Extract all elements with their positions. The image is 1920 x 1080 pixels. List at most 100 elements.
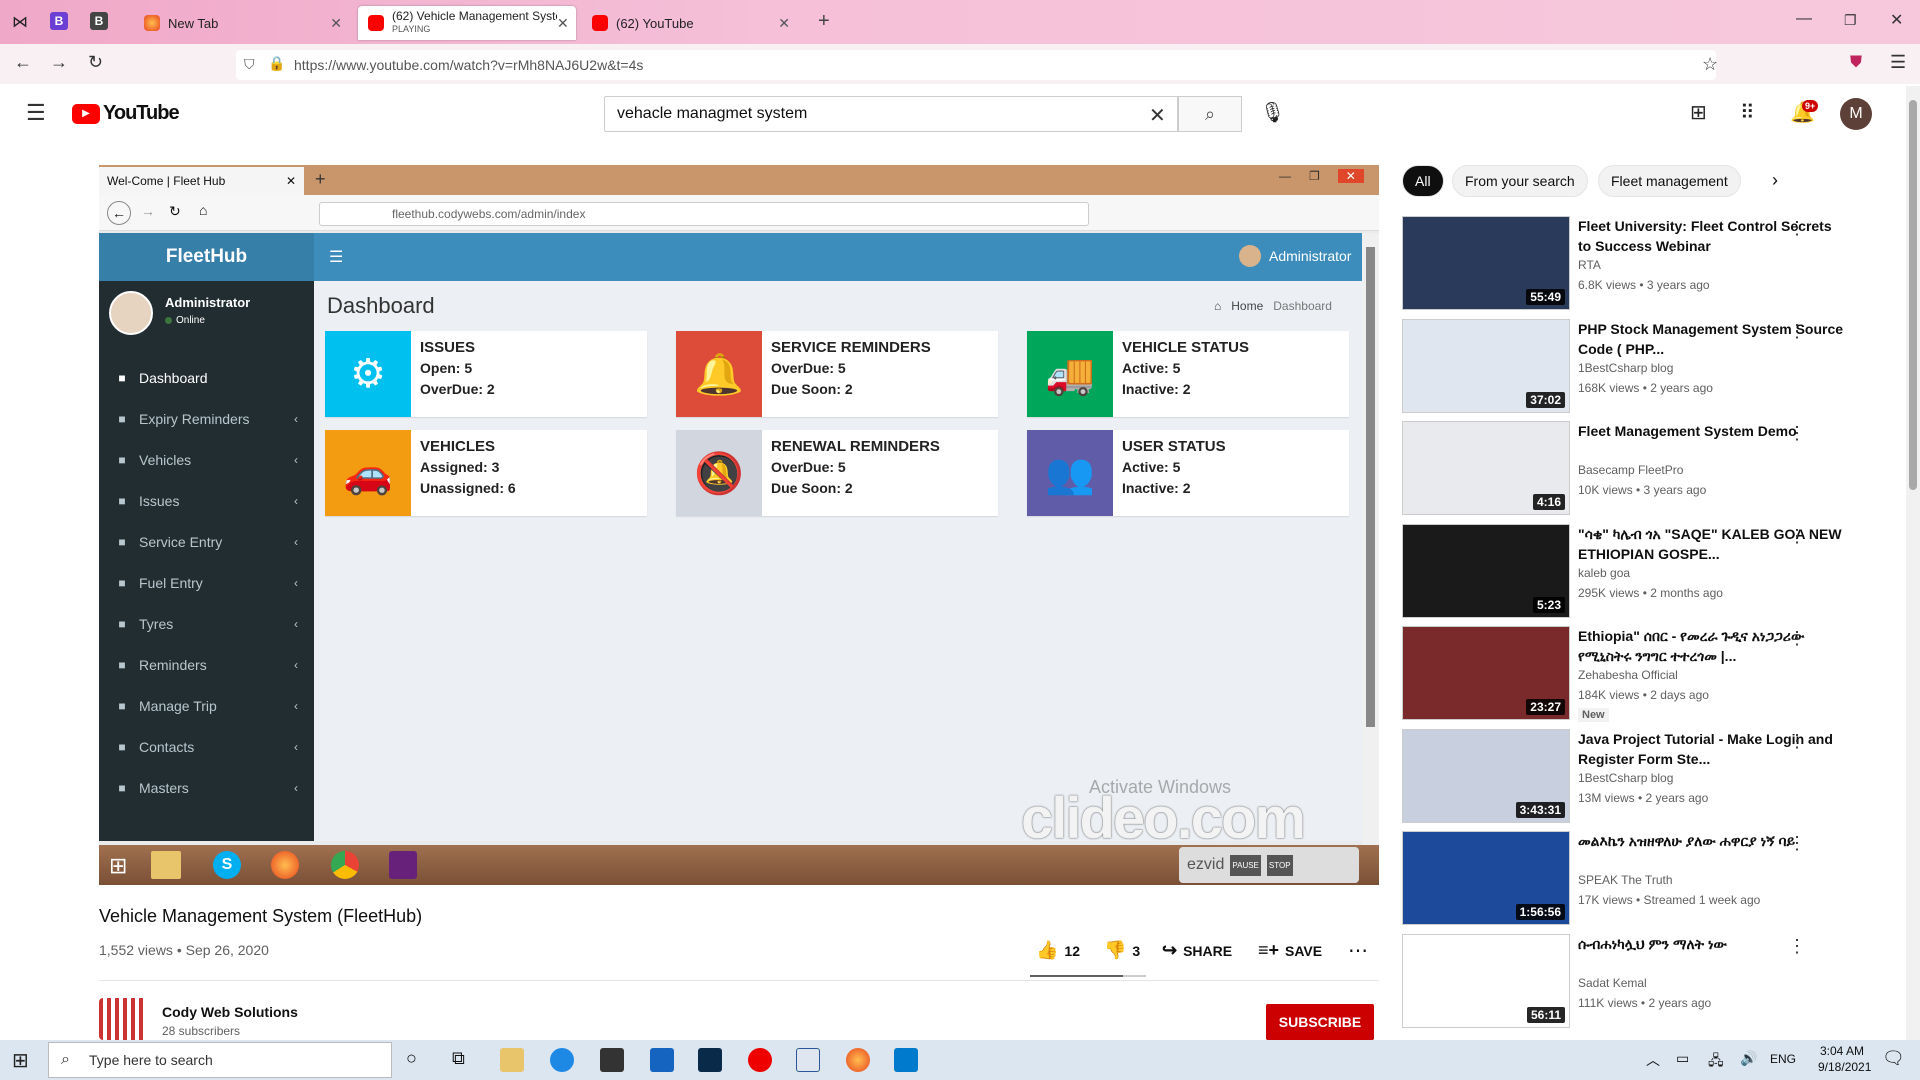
word-icon[interactable] bbox=[796, 1048, 820, 1072]
recommendation-title[interactable]: "ሳቄ" ካሌብ ጎአ "SAQE" KALEB GOA NEW ETHIOPI… bbox=[1578, 524, 1848, 564]
notification-center-icon[interactable]: 🗨 bbox=[1882, 1048, 1905, 1069]
app-menu-icon[interactable]: ⋈ bbox=[12, 12, 28, 32]
recommendation-title[interactable]: Java Project Tutorial - Make Login and R… bbox=[1578, 729, 1848, 769]
recommendation-channel[interactable]: Zehabesha Official bbox=[1578, 668, 1678, 682]
forward-icon[interactable]: → bbox=[50, 52, 68, 73]
recommendation-channel[interactable]: kaleb goa bbox=[1578, 566, 1630, 580]
video-thumbnail[interactable]: 1:56:56 bbox=[1402, 831, 1570, 925]
file-explorer-icon[interactable] bbox=[500, 1048, 524, 1072]
video-thumbnail[interactable]: 55:49 bbox=[1402, 216, 1570, 310]
windows-start-icon[interactable]: ⊞ bbox=[12, 1048, 29, 1073]
more-options-icon[interactable]: ⋮ bbox=[1788, 218, 1806, 239]
recommendation-title[interactable]: Fleet Management System Demo bbox=[1578, 421, 1848, 441]
language-indicator[interactable]: ENG bbox=[1770, 1052, 1796, 1066]
video-thumbnail[interactable]: 4:16 bbox=[1402, 421, 1570, 515]
hamburger-icon[interactable]: ☰ bbox=[26, 100, 46, 126]
address-bar[interactable]: ⛉ 🔒 https://www.youtube.com/watch?v=rMh8… bbox=[236, 50, 1718, 80]
restore-icon[interactable]: ❐ bbox=[1844, 12, 1857, 29]
video-thumbnail[interactable]: 5:23 bbox=[1402, 523, 1570, 618]
share-button[interactable]: ↪ SHARE bbox=[1162, 940, 1232, 961]
recommendation-item[interactable]: 3:43:31 Java Project Tutorial - Make Logi… bbox=[1402, 728, 1890, 825]
close-icon[interactable]: ✕ bbox=[778, 15, 790, 32]
video-thumbnail[interactable]: 3:43:31 bbox=[1402, 728, 1570, 823]
recommendation-channel[interactable]: Sadat Kemal bbox=[1578, 976, 1647, 990]
apps-grid-icon[interactable]: ⠿ bbox=[1740, 100, 1755, 125]
recommendation-channel[interactable]: 1BestCsharp blog bbox=[1578, 771, 1673, 785]
video-thumbnail[interactable]: 37:02 bbox=[1402, 318, 1570, 413]
more-options-icon[interactable]: ⋮ bbox=[1788, 423, 1806, 444]
back-icon[interactable]: ← bbox=[14, 52, 32, 73]
bookmark-star-icon[interactable]: ☆ bbox=[1702, 54, 1718, 75]
recommendation-channel[interactable]: SPEAK The Truth bbox=[1578, 873, 1673, 887]
more-options-icon[interactable]: ⋮ bbox=[1788, 628, 1806, 649]
recommendation-title[interactable]: PHP Stock Management System Source Code … bbox=[1578, 319, 1848, 359]
clock-time[interactable]: 3:04 AM bbox=[1820, 1044, 1864, 1058]
edge-icon[interactable] bbox=[550, 1048, 574, 1072]
more-options-icon[interactable]: ⋮ bbox=[1788, 833, 1806, 854]
network-icon[interactable]: 🖧 bbox=[1708, 1050, 1724, 1074]
recommendation-item[interactable]: 37:02 PHP Stock Management System Source … bbox=[1402, 318, 1890, 415]
chip-fleet-management[interactable]: Fleet management bbox=[1598, 165, 1741, 197]
opera-icon[interactable] bbox=[748, 1048, 772, 1072]
photoshop-icon[interactable] bbox=[698, 1048, 722, 1072]
dislike-button[interactable]: 👎 3 bbox=[1104, 940, 1140, 961]
chevron-right-icon[interactable]: › bbox=[1772, 170, 1778, 191]
recommendation-item[interactable]: 23:27 Ethiopia" ሰበር - የመረራ ጉዲና አነጋጋሪው የሚኒ… bbox=[1402, 626, 1890, 722]
page-scrollbar[interactable] bbox=[1906, 86, 1920, 1040]
video-thumbnail[interactable]: 56:11 bbox=[1402, 933, 1570, 1028]
menu-icon[interactable]: ☰ bbox=[1890, 52, 1906, 73]
tab-vehicle-management[interactable]: (62) Vehicle Management Syste PLAYING ✕ bbox=[358, 6, 576, 40]
recommendation-item[interactable]: 4:16 Fleet Management System Demo Basecamp… bbox=[1402, 421, 1890, 517]
youtube-logo[interactable]: ▶ YouTube bbox=[72, 102, 180, 125]
create-video-icon[interactable]: ⊞ bbox=[1690, 100, 1707, 125]
microphone-icon[interactable]: 🎙 bbox=[1260, 100, 1285, 125]
mail-icon[interactable] bbox=[650, 1048, 674, 1072]
close-icon[interactable]: ✕ bbox=[330, 15, 342, 32]
recommendation-item[interactable]: 56:11 ሱብሐነካሏህ ምን ማለት ነው Sadat Kemal 111K vi… bbox=[1402, 933, 1890, 1030]
chip-all[interactable]: All bbox=[1402, 165, 1444, 197]
recommendation-channel[interactable]: Basecamp FleetPro bbox=[1578, 463, 1683, 477]
more-options-icon[interactable]: ⋮ bbox=[1788, 321, 1806, 342]
recommendation-title[interactable]: Fleet University: Fleet Control Secrets … bbox=[1578, 216, 1848, 256]
new-tab-button[interactable]: + bbox=[818, 10, 830, 33]
account-avatar[interactable]: M bbox=[1840, 98, 1872, 130]
pocket-icon[interactable]: ⛊ bbox=[1850, 54, 1862, 72]
minimize-icon[interactable]: — bbox=[1796, 10, 1812, 28]
store-icon[interactable] bbox=[600, 1048, 624, 1072]
tab-new-tab[interactable]: New Tab ✕ bbox=[134, 6, 352, 40]
task-view-icon[interactable]: ⧉ bbox=[452, 1048, 465, 1069]
pinned-tab-b1[interactable]: B bbox=[50, 12, 68, 30]
clear-search-icon[interactable]: ✕ bbox=[1149, 103, 1166, 128]
more-options-icon[interactable]: ⋮ bbox=[1788, 936, 1806, 957]
channel-avatar[interactable] bbox=[99, 998, 147, 1040]
chip-from-search[interactable]: From your search bbox=[1452, 165, 1588, 197]
video-player[interactable]: Wel-Come | Fleet Hub ✕ + — ❐ ✕ ← → ↻ ⌂ f… bbox=[99, 165, 1379, 885]
subscribe-button[interactable]: SUBSCRIBE bbox=[1266, 1004, 1374, 1040]
search-input[interactable]: vehacle managmet system ✕ bbox=[604, 96, 1178, 132]
battery-icon[interactable]: ▭ bbox=[1676, 1050, 1689, 1067]
recommendation-channel[interactable]: 1BestCsharp blog bbox=[1578, 361, 1673, 375]
chevron-up-icon[interactable]: ︿ bbox=[1646, 1050, 1660, 1070]
clock-date[interactable]: 9/18/2021 bbox=[1818, 1060, 1871, 1074]
recommendation-item[interactable]: 5:23 "ሳቄ" ካሌብ ጎአ "SAQE" KALEB GOA NEW ETH… bbox=[1402, 523, 1890, 620]
recommendation-title[interactable]: Ethiopia" ሰበር - የመረራ ጉዲና አነጋጋሪው የሚኒስትሩ ን… bbox=[1578, 626, 1848, 666]
taskbar-search-input[interactable]: ⌕ Type here to search bbox=[48, 1042, 392, 1078]
recommendation-title[interactable]: ሱብሐነካሏህ ምን ማለት ነው bbox=[1578, 934, 1848, 954]
more-options-icon[interactable]: ⋮ bbox=[1788, 731, 1806, 752]
channel-name[interactable]: Cody Web Solutions bbox=[162, 1004, 298, 1020]
firefox-icon[interactable] bbox=[846, 1048, 870, 1072]
close-icon[interactable]: ✕ bbox=[557, 15, 569, 32]
video-thumbnail[interactable]: 23:27 bbox=[1402, 626, 1570, 720]
more-options-icon[interactable]: ⋮ bbox=[1788, 526, 1806, 547]
reload-icon[interactable]: ↻ bbox=[88, 52, 103, 73]
pinned-tab-b2[interactable]: B bbox=[90, 12, 108, 30]
tab-youtube[interactable]: (62) YouTube ✕ bbox=[582, 6, 800, 40]
vscode-icon[interactable] bbox=[894, 1048, 918, 1072]
save-button[interactable]: ≡+ SAVE bbox=[1258, 940, 1322, 961]
cortana-icon[interactable]: ○ bbox=[406, 1048, 417, 1069]
recommendation-title[interactable]: መልእኬን አዝዘዋለሁ ያለው ሐዋርያ ነኝ ባይ bbox=[1578, 831, 1848, 851]
recommendation-item[interactable]: 1:56:56 መልእኬን አዝዘዋለሁ ያለው ሐዋርያ ነኝ ባይ SPEAK … bbox=[1402, 831, 1890, 927]
like-button[interactable]: 👍 12 bbox=[1036, 940, 1080, 961]
recommendation-item[interactable]: 55:49 Fleet University: Fleet Control Sec… bbox=[1402, 216, 1890, 312]
recommendation-channel[interactable]: RTA bbox=[1578, 258, 1601, 272]
